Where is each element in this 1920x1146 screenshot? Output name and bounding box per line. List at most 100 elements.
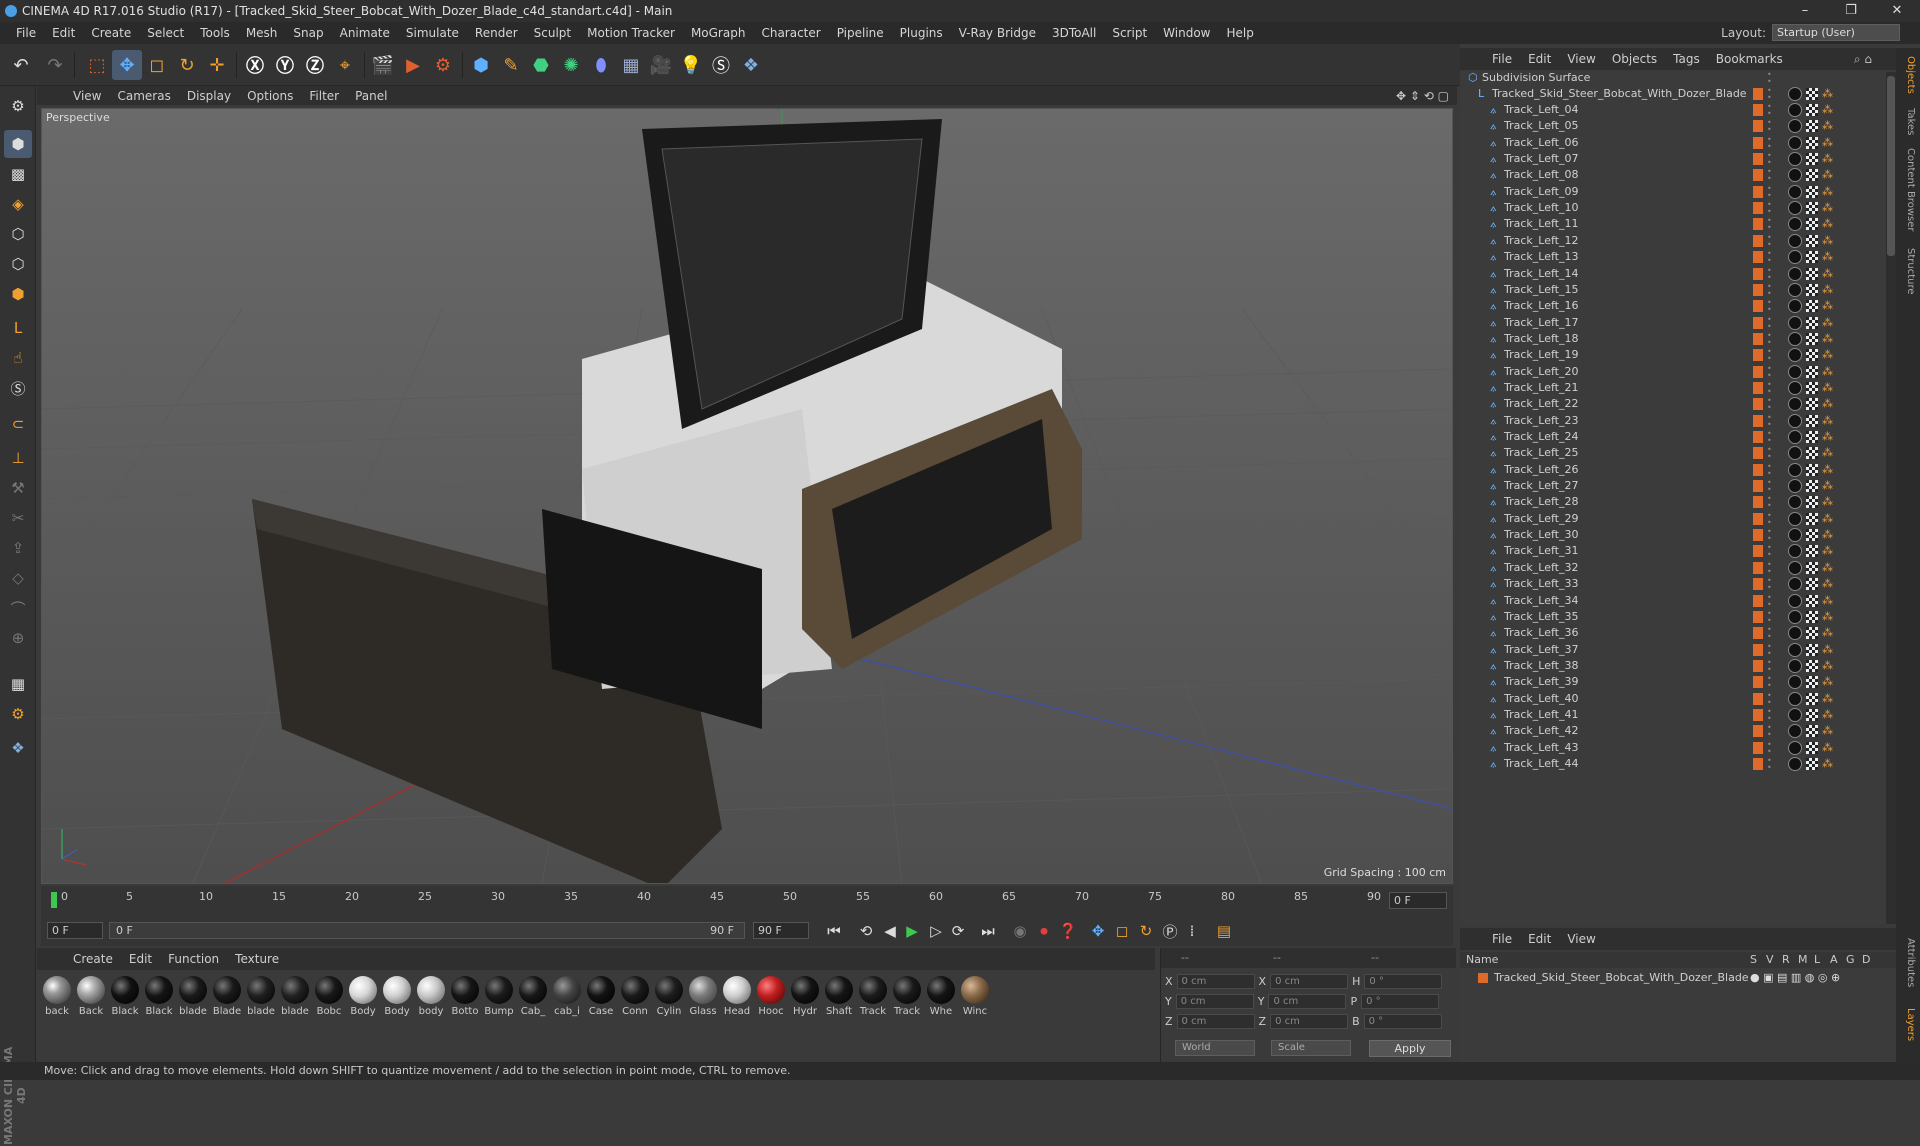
layer-color-icon[interactable] <box>1753 202 1763 215</box>
visibility-dots-icon[interactable]: • • <box>1767 103 1773 118</box>
texture-tag-icon[interactable] <box>1806 153 1818 166</box>
layer-color-icon[interactable] <box>1753 300 1763 313</box>
tab-structure[interactable]: Structure <box>1900 248 1916 295</box>
coordinate-space-dropdown[interactable]: World <box>1175 1040 1255 1056</box>
layer-color-icon[interactable] <box>1753 578 1763 591</box>
visibility-dots-icon[interactable]: • • <box>1767 201 1773 216</box>
next-frame-icon[interactable]: ▷ <box>925 921 947 941</box>
visibility-dots-icon[interactable]: • • <box>1767 642 1773 657</box>
selection-tag-icon[interactable]: ⁂ <box>1822 168 1834 182</box>
magnet-icon[interactable]: ⊂ <box>4 410 32 438</box>
selection-tag-icon[interactable]: ⁂ <box>1822 643 1834 657</box>
selection-tag-icon[interactable]: ⁂ <box>1822 103 1834 117</box>
material-tag-icon[interactable] <box>1788 626 1802 641</box>
menu-vray-bridge[interactable]: V-Ray Bridge <box>951 26 1044 40</box>
subdivision-surface-icon[interactable]: ⬣ <box>526 50 556 80</box>
material-item[interactable]: Glass <box>687 976 719 1017</box>
menu-pipeline[interactable]: Pipeline <box>829 26 892 40</box>
menu-create[interactable]: Create <box>83 26 139 40</box>
tab-content-browser[interactable]: Content Browser <box>1900 148 1916 231</box>
viewport-menu-filter[interactable]: Filter <box>301 89 347 103</box>
texture-tag-icon[interactable] <box>1806 136 1818 149</box>
visibility-dots-icon[interactable]: • • <box>1767 282 1773 297</box>
texture-tag-icon[interactable] <box>1806 725 1818 738</box>
texture-tag-icon[interactable] <box>1806 414 1818 427</box>
visibility-dots-icon[interactable]: • • <box>1767 495 1773 510</box>
size-y-field[interactable]: 0 cm <box>1268 993 1347 1009</box>
material-menu-edit[interactable]: Edit <box>121 952 160 966</box>
texture-tag-icon[interactable] <box>1806 332 1818 345</box>
texture-tag-icon[interactable] <box>1806 708 1818 721</box>
render-view-icon[interactable]: 🎬 <box>368 50 398 80</box>
rotation-p-field[interactable]: 0 ° <box>1361 993 1440 1009</box>
material-item[interactable]: blade <box>245 976 277 1017</box>
material-item[interactable]: blade <box>279 976 311 1017</box>
key-scale-icon[interactable]: ◻ <box>1111 921 1133 941</box>
material-tag-icon[interactable] <box>1788 609 1802 624</box>
texture-tag-icon[interactable] <box>1806 267 1818 280</box>
workplane-mode-icon[interactable]: ◈ <box>4 190 32 218</box>
redo-icon[interactable]: ↷ <box>40 50 70 80</box>
texture-tag-icon[interactable] <box>1806 447 1818 460</box>
selection-tag-icon[interactable]: ⁂ <box>1822 348 1834 362</box>
selection-tag-icon[interactable]: ⁂ <box>1822 577 1834 591</box>
light-icon[interactable]: 💡 <box>676 50 706 80</box>
material-tag-icon[interactable] <box>1788 658 1802 673</box>
material-item[interactable]: Cab_ <box>517 976 549 1017</box>
layer-color-icon[interactable] <box>1753 88 1763 100</box>
minimize-button[interactable]: – <box>1782 0 1828 22</box>
layer-color-icon[interactable] <box>1753 692 1763 705</box>
cloner-icon[interactable]: ✺ <box>556 50 586 80</box>
layer-menu-edit[interactable]: Edit <box>1520 932 1559 946</box>
texture-tag-icon[interactable] <box>1806 202 1818 215</box>
material-tag-icon[interactable] <box>1788 282 1802 297</box>
selection-tag-icon[interactable]: ⁂ <box>1822 316 1834 330</box>
layer-color-icon[interactable] <box>1753 267 1763 280</box>
material-tag-icon[interactable] <box>1788 691 1802 706</box>
material-menu-create[interactable]: Create <box>65 952 121 966</box>
visibility-dots-icon[interactable]: • • <box>1767 757 1773 772</box>
layer-color-icon[interactable] <box>1753 365 1763 378</box>
texture-tag-icon[interactable] <box>1806 529 1818 542</box>
timeline-window-icon[interactable]: ▤ <box>1213 921 1235 941</box>
material-tag-icon[interactable] <box>1788 528 1802 543</box>
material-tag-icon[interactable] <box>1788 364 1802 379</box>
tab-objects[interactable]: Objects <box>1900 56 1916 94</box>
visibility-dots-icon[interactable]: • • <box>1767 217 1773 232</box>
visibility-dots-icon[interactable]: • • <box>1767 609 1773 624</box>
selection-tag-icon[interactable]: ⁂ <box>1822 561 1834 575</box>
material-tag-icon[interactable] <box>1788 593 1802 608</box>
layer-color-icon[interactable] <box>1753 627 1763 640</box>
material-tag-icon[interactable] <box>1788 544 1802 559</box>
selection-tag-icon[interactable]: ⁂ <box>1822 365 1834 379</box>
selection-tag-icon[interactable]: ⁂ <box>1822 463 1834 477</box>
texture-tag-icon[interactable] <box>1806 741 1818 754</box>
material-tag-icon[interactable] <box>1788 331 1802 346</box>
layer-color-icon[interactable] <box>1753 512 1763 525</box>
material-item[interactable]: Head <box>721 976 753 1017</box>
texture-tag-icon[interactable] <box>1806 300 1818 313</box>
layer-color-icon[interactable] <box>1753 381 1763 394</box>
model-mode-icon[interactable]: ⬢ <box>4 130 32 158</box>
material-tag-icon[interactable] <box>1788 724 1802 739</box>
render-picture-viewer-icon[interactable]: ▶ <box>398 50 428 80</box>
tab-layers[interactable]: Layers <box>1900 1008 1916 1041</box>
visibility-dots-icon[interactable]: • • <box>1767 119 1773 134</box>
layer-color-icon[interactable] <box>1753 529 1763 542</box>
selection-tag-icon[interactable]: ⁂ <box>1822 250 1834 264</box>
key-parameter-icon[interactable]: Ⓟ <box>1159 921 1181 941</box>
tweak-mode-icon[interactable]: ☝ <box>4 344 32 372</box>
menu-motion-tracker[interactable]: Motion Tracker <box>579 26 683 40</box>
selection-tag-icon[interactable]: ⁂ <box>1822 626 1834 640</box>
next-key-icon[interactable]: ⟳ <box>947 921 969 941</box>
visibility-dots-icon[interactable]: • • <box>1767 348 1773 363</box>
texture-tag-icon[interactable] <box>1806 610 1818 623</box>
material-item[interactable]: Cylin <box>653 976 685 1017</box>
visibility-dots-icon[interactable]: • • <box>1767 691 1773 706</box>
visibility-dots-icon[interactable]: • • <box>1767 266 1773 281</box>
texture-tag-icon[interactable] <box>1806 594 1818 607</box>
texture-tag-icon[interactable] <box>1806 316 1818 329</box>
material-tag-icon[interactable] <box>1788 462 1802 477</box>
layer-color-icon[interactable] <box>1753 153 1763 166</box>
layer-color-icon[interactable] <box>1753 594 1763 607</box>
